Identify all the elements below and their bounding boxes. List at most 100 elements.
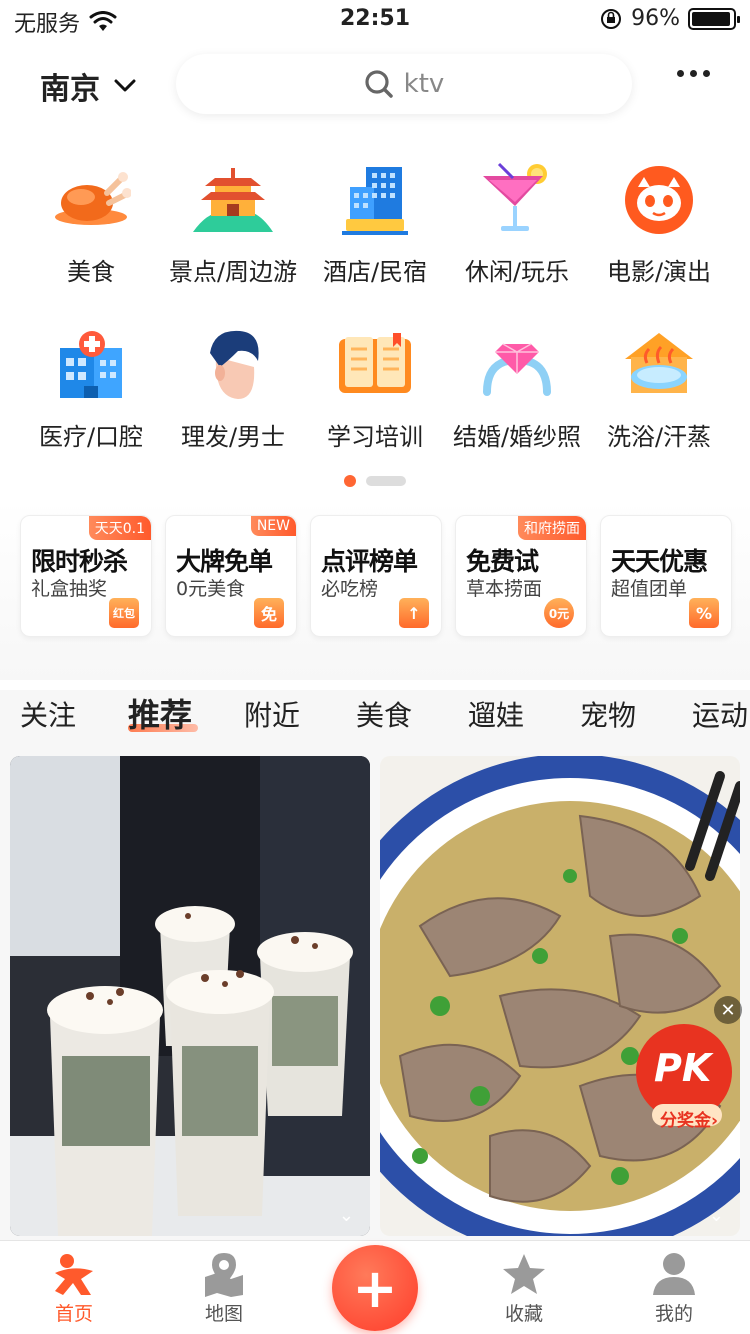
category-label: 景点/周边游 [168, 258, 298, 286]
promo-subtitle: 草本捞面 [466, 578, 543, 600]
promo-daily-deals[interactable]: 天天优惠 超值团单 % [600, 515, 732, 637]
category-label: 美食 [67, 258, 115, 286]
category-label: 洗浴/汗蒸 [606, 423, 712, 451]
status-bar: 无服务 22:51 96% [0, 0, 750, 40]
chevron-down-icon [114, 79, 136, 92]
search-icon [365, 70, 393, 98]
promo-subtitle: 超值团单 [611, 578, 688, 600]
category-education[interactable]: 学习培训 [304, 325, 446, 452]
category-label: 学习培训 [327, 423, 423, 451]
bottom-tab-bar: 首页 地图 + 收藏 我的 [0, 1240, 750, 1334]
tab-home[interactable]: 首页 [24, 1251, 124, 1326]
category-wedding[interactable]: 结婚/婚纱照 [446, 325, 588, 452]
status-right: 96% [599, 6, 740, 31]
tab-label: 我的 [654, 1303, 693, 1325]
promo-title: 免费试 [466, 547, 539, 576]
category-label: 结婚/婚纱照 [452, 423, 582, 451]
city-label: 南京 [40, 72, 100, 107]
feed: ⌄ ⌄ ✕ PK 分奖金› [0, 740, 750, 1240]
plus-icon: + [352, 1256, 398, 1320]
category-medical[interactable]: 医疗/口腔 [20, 325, 162, 452]
category-label: 酒店/民宿 [322, 258, 428, 286]
chevron-down-icon[interactable]: ⌄ [339, 1205, 354, 1226]
cocktail-icon [477, 160, 557, 240]
home-person-icon [55, 1254, 93, 1295]
star-icon [503, 1254, 545, 1294]
tab-sports[interactable]: 运动 [692, 694, 748, 734]
category-label: 电影/演出 [606, 258, 712, 286]
city-selector[interactable]: 南京 [40, 64, 136, 108]
promo-title: 限时秒杀 [31, 547, 128, 576]
drinks-photo [10, 756, 370, 1236]
search-input[interactable]: ktv [176, 54, 632, 114]
promo-row: 天天0.1 限时秒杀 礼盒抽奖 红包 NEW 大牌免单 0元美食 免 点评榜单 … [20, 515, 732, 637]
add-post-button[interactable]: + [332, 1245, 418, 1331]
user-icon [653, 1253, 695, 1295]
hotel-building-icon [335, 160, 415, 240]
promo-title: 天天优惠 [611, 547, 708, 576]
page-dot-active [344, 475, 356, 487]
close-icon[interactable]: ✕ [714, 996, 742, 1024]
category-label: 休闲/玩乐 [464, 258, 570, 286]
promo-flash-sale[interactable]: 天天0.1 限时秒杀 礼盒抽奖 红包 [20, 515, 152, 637]
category-food[interactable]: 美食 [20, 160, 162, 287]
map-pin-icon [205, 1253, 243, 1297]
category-label: 理发/男士 [180, 423, 286, 451]
search-placeholder: ktv [403, 69, 445, 99]
tab-label: 地图 [204, 1303, 243, 1325]
pk-title: PK [654, 1046, 712, 1090]
tab-mine[interactable]: 我的 [624, 1251, 724, 1326]
category-sights[interactable]: 景点/周边游 [162, 160, 304, 287]
category-hotel[interactable]: 酒店/民宿 [304, 160, 446, 287]
red-envelope-icon: 红包 [109, 598, 139, 628]
promo-tag: 天天0.1 [88, 516, 151, 540]
tab-recommend[interactable]: 推荐 [128, 690, 192, 736]
category-leisure[interactable]: 休闲/玩乐 [446, 160, 588, 287]
up-arrow-icon: ↑ [399, 598, 429, 628]
promo-free-trial[interactable]: 和府捞面 免费试 草本捞面 0元 [455, 515, 587, 637]
tab-favorites[interactable]: 收藏 [474, 1251, 574, 1326]
promo-ranking[interactable]: 点评榜单 必吃榜 ↑ [310, 515, 442, 637]
tab-pets[interactable]: 宠物 [580, 694, 636, 734]
hair-head-icon [193, 325, 273, 405]
free-ticket-icon: 免 [254, 598, 284, 628]
category-haircut[interactable]: 理发/男士 [162, 325, 304, 452]
header: 南京 ktv [0, 52, 750, 116]
tab-nearby[interactable]: 附近 [244, 694, 300, 734]
book-icon [335, 325, 415, 405]
diamond-ring-icon [477, 325, 557, 405]
feed-card-drinks[interactable]: ⌄ [10, 756, 370, 1236]
promo-free-order[interactable]: NEW 大牌免单 0元美食 免 [165, 515, 297, 637]
tab-food[interactable]: 美食 [356, 694, 412, 734]
cat-face-icon [619, 160, 699, 240]
feed-tabs: 关注 推荐 附近 美食 遛娃 宠物 运动 [0, 690, 750, 740]
more-menu-icon[interactable] [677, 70, 710, 77]
pk-reward-widget[interactable]: ✕ PK 分奖金› [632, 996, 742, 1131]
bath-tub-icon [619, 325, 699, 405]
category-label: 医疗/口腔 [38, 423, 144, 451]
page-indicator [344, 475, 406, 487]
chevron-down-icon[interactable]: ⌄ [709, 1205, 724, 1226]
battery-fill [692, 11, 731, 26]
tab-map[interactable]: 地图 [174, 1251, 274, 1326]
category-grid: 美食 景点/周边游 酒店/民宿 休闲/玩乐 电影/演出 医疗/口腔 理发/男士 … [20, 160, 730, 452]
category-bath[interactable]: 洗浴/汗蒸 [588, 325, 730, 452]
promo-tag: NEW [250, 516, 296, 536]
battery-percent: 96% [631, 6, 680, 31]
page-dot [366, 476, 406, 486]
tab-follow[interactable]: 关注 [20, 694, 76, 734]
promo-subtitle: 必吃榜 [321, 578, 379, 600]
discount-coupon-icon: % [689, 598, 719, 628]
rotation-lock-icon [601, 8, 622, 29]
tab-kids[interactable]: 遛娃 [468, 694, 524, 734]
pk-subtitle: 分奖金› [660, 1111, 719, 1131]
battery-icon [688, 7, 740, 30]
zero-price-icon: 0元 [544, 598, 574, 628]
pagoda-icon [193, 160, 273, 240]
promo-title: 点评榜单 [321, 547, 418, 576]
hospital-icon [51, 325, 131, 405]
category-movie[interactable]: 电影/演出 [588, 160, 730, 287]
promo-subtitle: 0元美食 [176, 578, 246, 600]
tab-label: 首页 [54, 1303, 93, 1325]
promo-tag: 和府捞面 [518, 516, 586, 540]
